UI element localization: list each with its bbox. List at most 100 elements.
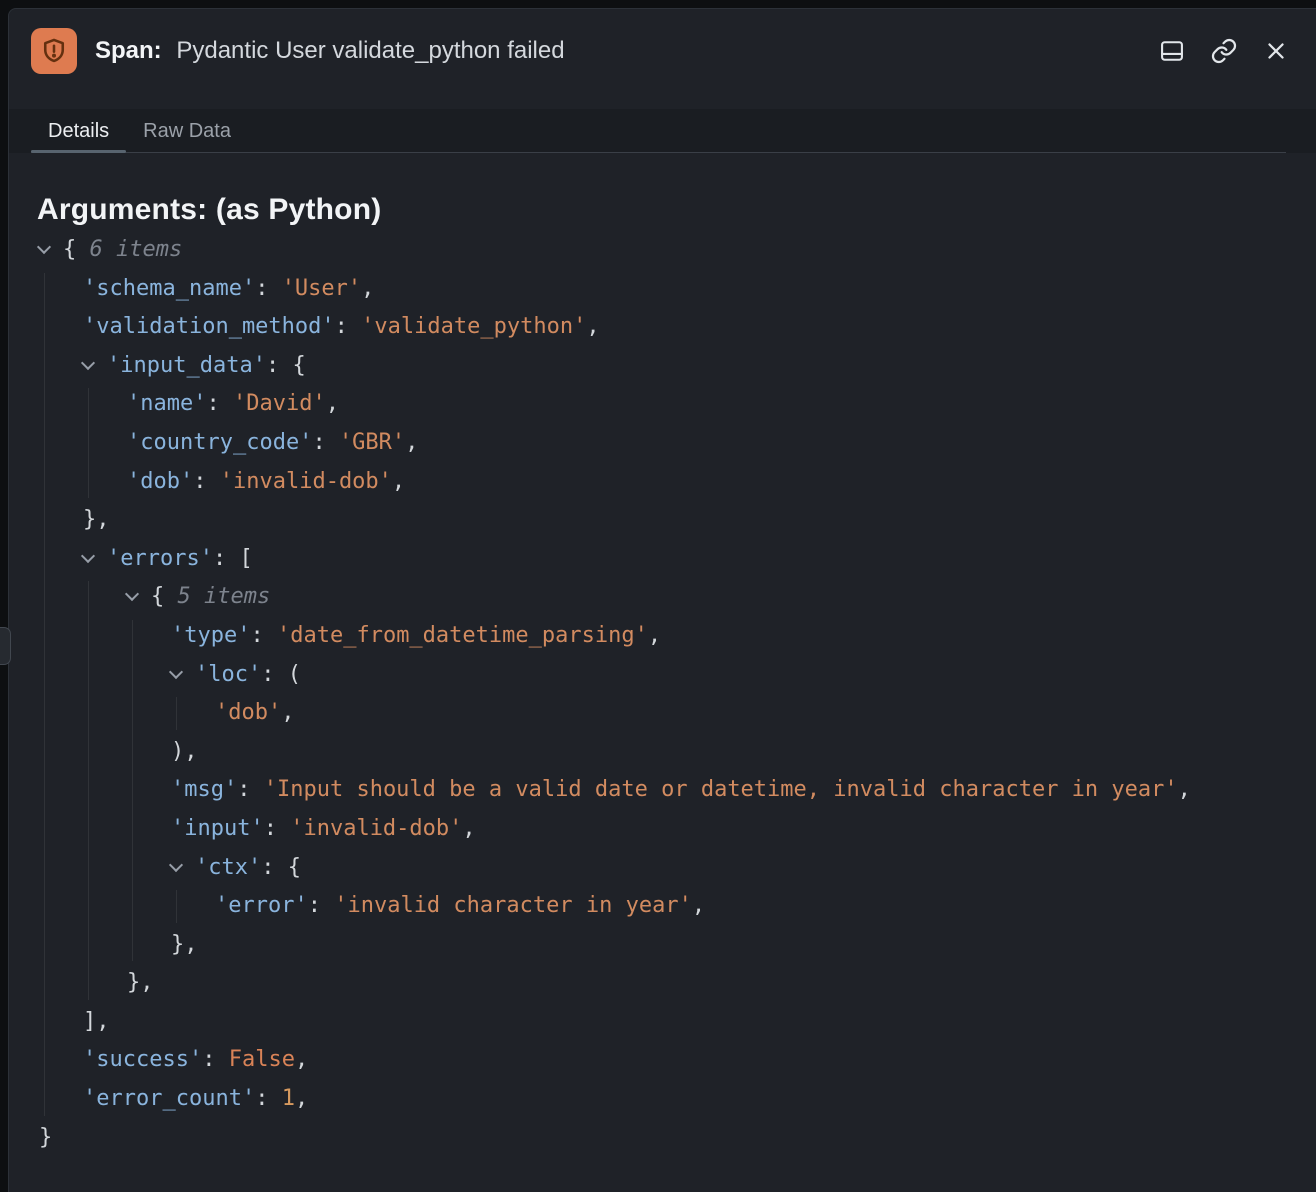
json-line: 'msg': 'Input should be a valid date or …	[9, 771, 1316, 810]
json-line: 'error_count': 1,	[9, 1080, 1316, 1119]
json-token: ,	[405, 430, 418, 455]
json-line: 'error': 'invalid character in year',	[9, 887, 1316, 926]
json-token: {	[151, 584, 178, 609]
json-token: ,	[361, 276, 374, 301]
json-token: },	[83, 507, 110, 532]
json-token: 'error'	[215, 893, 308, 918]
json-line: 'errors': [	[9, 540, 1316, 579]
panel-resize-handle[interactable]	[0, 627, 11, 665]
json-line: ),	[9, 733, 1316, 772]
json-token: : [	[213, 546, 253, 571]
json-line: { 6 items	[9, 231, 1316, 270]
json-token: }	[39, 1125, 52, 1150]
json-token: :	[237, 777, 264, 802]
indent-guide	[88, 388, 89, 498]
json-token: 'validation_method'	[83, 314, 335, 339]
json-token: ,	[281, 700, 294, 725]
link-icon	[1210, 37, 1238, 65]
json-tree: { 6 items'schema_name': 'User','validati…	[9, 231, 1316, 1157]
json-token: False	[229, 1047, 295, 1072]
json-token: ,	[648, 623, 661, 648]
json-token: :	[255, 276, 282, 301]
json-token: :	[206, 391, 233, 416]
json-token: 'input'	[171, 816, 264, 841]
json-token: ,	[1178, 777, 1191, 802]
json-token: :	[312, 430, 339, 455]
json-line: 'schema_name': 'User',	[9, 270, 1316, 309]
collapse-chevron-icon[interactable]	[171, 656, 195, 695]
panel-title: Span: Pydantic User validate_python fail…	[95, 37, 1156, 65]
json-token: 'date_from_datetime_parsing'	[277, 623, 648, 648]
tab-details[interactable]: Details	[31, 109, 126, 153]
dock-panel-button[interactable]	[1156, 35, 1188, 67]
json-token: :	[255, 1086, 282, 1111]
json-token: 'GBR'	[339, 430, 405, 455]
json-line: 'input_data': {	[9, 347, 1316, 386]
copy-link-button[interactable]	[1208, 35, 1240, 67]
json-line: 'country_code': 'GBR',	[9, 424, 1316, 463]
dock-panel-icon	[1158, 37, 1186, 65]
json-token: 'ctx'	[195, 855, 261, 880]
json-token: :	[264, 816, 291, 841]
json-token: ,	[462, 816, 475, 841]
json-token: ,	[295, 1086, 308, 1111]
json-line: 'loc': (	[9, 656, 1316, 695]
json-token: ,	[392, 469, 405, 494]
json-token: 'Input should be a valid date or datetim…	[264, 777, 1178, 802]
json-token: 'error_count'	[83, 1086, 255, 1111]
json-token: 1	[282, 1086, 295, 1111]
json-token: 'User'	[282, 276, 361, 301]
json-token: 'schema_name'	[83, 276, 255, 301]
json-token: 'invalid character in year'	[334, 893, 692, 918]
indent-guide	[176, 697, 177, 730]
json-token: 'success'	[83, 1047, 202, 1072]
collapse-chevron-icon[interactable]	[171, 849, 195, 888]
json-token: 'invalid-dob'	[290, 816, 462, 841]
collapse-chevron-icon[interactable]	[83, 347, 107, 386]
json-token: 'name'	[127, 391, 206, 416]
json-token: 'dob'	[215, 700, 281, 725]
json-token: ,	[326, 391, 339, 416]
json-token: 'David'	[233, 391, 326, 416]
json-line: 'validation_method': 'validate_python',	[9, 308, 1316, 347]
json-line: 'success': False,	[9, 1041, 1316, 1080]
json-token: 'validate_python'	[361, 314, 586, 339]
json-token: 'dob'	[127, 469, 193, 494]
json-token: 'invalid-dob'	[220, 469, 392, 494]
json-line: },	[9, 926, 1316, 965]
indent-guide	[132, 620, 133, 961]
json-line: 'dob',	[9, 694, 1316, 733]
json-line: 'name': 'David',	[9, 385, 1316, 424]
panel-header: Span: Pydantic User validate_python fail…	[9, 9, 1316, 93]
indent-guide	[88, 581, 89, 1000]
collapse-chevron-icon[interactable]	[83, 540, 107, 579]
tab-raw-data[interactable]: Raw Data	[126, 109, 248, 153]
json-token: 'loc'	[195, 662, 261, 687]
indent-guide	[176, 890, 177, 923]
tabs: Details Raw Data	[9, 109, 1316, 153]
json-token: :	[335, 314, 362, 339]
indent-guide	[44, 273, 45, 1116]
details-content: Arguments: (as Python) { 6 items'schema_…	[9, 193, 1316, 1157]
json-token: {	[63, 237, 90, 262]
json-token: 5 items	[178, 584, 271, 609]
json-token: :	[202, 1047, 229, 1072]
json-token: :	[193, 469, 220, 494]
json-line: 'input': 'invalid-dob',	[9, 810, 1316, 849]
json-token: : (	[261, 662, 301, 687]
close-button[interactable]	[1260, 35, 1292, 67]
json-line: },	[9, 501, 1316, 540]
json-line: { 5 items	[9, 578, 1316, 617]
shield-alert-icon	[31, 28, 77, 74]
json-token: 'msg'	[171, 777, 237, 802]
close-icon	[1263, 38, 1289, 64]
json-line: ],	[9, 1003, 1316, 1042]
json-token: 'errors'	[107, 546, 213, 571]
json-token: },	[127, 970, 154, 995]
span-title-text: Pydantic User validate_python failed	[176, 37, 564, 64]
collapse-chevron-icon[interactable]	[127, 578, 151, 617]
json-token: :	[250, 623, 277, 648]
collapse-chevron-icon[interactable]	[39, 231, 63, 270]
json-token: ,	[295, 1047, 308, 1072]
json-token: 6 items	[90, 237, 183, 262]
